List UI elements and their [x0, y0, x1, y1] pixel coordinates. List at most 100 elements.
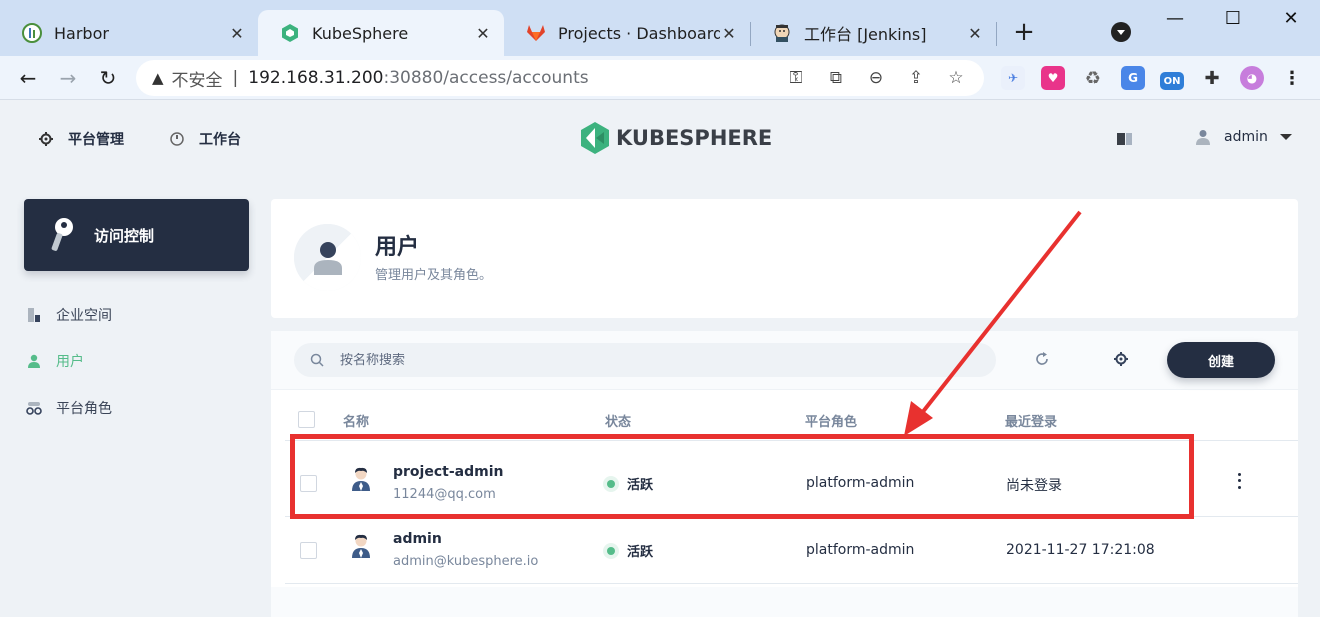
- table-row[interactable]: admin admin@kubesphere.io 活跃 platform-ad…: [285, 517, 1298, 584]
- security-label[interactable]: 不安全: [172, 66, 223, 91]
- url-separator: |: [232, 68, 239, 88]
- extension-translate-icon[interactable]: G: [1121, 66, 1145, 90]
- address-bar[interactable]: ▲ 不安全 | 192.168.31.200:30880/access/acco…: [136, 60, 984, 96]
- tab-title: Harbor: [54, 23, 109, 43]
- kubesphere-logo-icon: [581, 122, 609, 154]
- maximize-button[interactable]: ☐: [1218, 8, 1248, 32]
- key-icon: [51, 218, 73, 251]
- last-login: 2021-11-27 17:21:08: [1006, 542, 1155, 558]
- column-platform-role[interactable]: 平台角色: [805, 411, 857, 430]
- clock-icon: [169, 131, 185, 147]
- tab-jenkins[interactable]: 工作台 [Jenkins] ✕: [750, 10, 996, 56]
- page-banner: 用户 管理用户及其角色。: [271, 199, 1298, 318]
- profile-avatar-icon[interactable]: ◕: [1240, 66, 1264, 90]
- search-input[interactable]: [340, 352, 940, 368]
- more-actions-icon[interactable]: [1235, 471, 1243, 491]
- reload-icon[interactable]: ↻: [92, 62, 124, 94]
- refresh-icon[interactable]: [1034, 351, 1050, 367]
- nav-label: 平台管理: [68, 132, 124, 148]
- jenkins-icon: [772, 23, 792, 43]
- row-checkbox[interactable]: [300, 542, 317, 559]
- kubesphere-icon: [280, 23, 300, 43]
- page-title: 用户: [375, 235, 420, 260]
- bookmark-star-icon[interactable]: ☆: [936, 68, 976, 88]
- browser-toolbar: ← → ↻ ▲ 不安全 | 192.168.31.200:30880/acces…: [0, 56, 1320, 100]
- nav-platform-management[interactable]: 平台管理: [38, 129, 124, 149]
- tab-close-icon[interactable]: ✕: [720, 24, 738, 43]
- tab-search-icon[interactable]: [1111, 22, 1131, 42]
- sidebar-item-label: 企业空间: [56, 308, 112, 324]
- tab-title: 工作台 [Jenkins]: [804, 25, 927, 44]
- column-status[interactable]: 状态: [605, 411, 631, 430]
- create-button[interactable]: 创建: [1167, 342, 1275, 378]
- url-path: :30880/access/accounts: [383, 68, 589, 88]
- sidebar-item-users[interactable]: 用户: [26, 351, 84, 371]
- close-window-button[interactable]: ✕: [1276, 8, 1306, 32]
- chevron-down-icon: [1279, 134, 1292, 140]
- warning-icon[interactable]: ▲: [152, 69, 164, 87]
- kubesphere-logo[interactable]: KUBESPHERE: [580, 122, 772, 154]
- translate-icon[interactable]: ⧉: [816, 68, 856, 88]
- status-dot-icon: [607, 546, 615, 555]
- layout-toggle-icon[interactable]: [1117, 133, 1132, 145]
- gear-icon: [38, 131, 54, 147]
- users-banner-icon: [294, 224, 361, 291]
- sidebar-item-label: 用户: [56, 354, 84, 370]
- tab-close-icon[interactable]: ✕: [474, 24, 492, 43]
- sidebar-item-label: 平台角色: [56, 401, 112, 417]
- column-name[interactable]: 名称: [343, 411, 369, 430]
- status-badge: 活跃: [607, 541, 653, 560]
- tab-close-icon[interactable]: ✕: [966, 24, 984, 43]
- back-arrow-icon[interactable]: ←: [12, 62, 44, 94]
- gear-icon[interactable]: [1113, 351, 1129, 367]
- user-icon: [26, 353, 42, 369]
- column-last-login[interactable]: 最近登录: [1005, 411, 1057, 430]
- user-email: admin@kubesphere.io: [393, 554, 539, 569]
- user-avatar-icon: [352, 534, 370, 558]
- harbor-icon: [22, 23, 42, 43]
- extension-shield-icon[interactable]: ♥: [1041, 66, 1065, 90]
- nav-workbench[interactable]: 工作台: [169, 129, 241, 149]
- tab-title: KubeSphere: [312, 23, 409, 43]
- browser-tab-strip: Harbor ✕ KubeSphere ✕ Projects · Dashboa…: [0, 0, 1320, 56]
- nav-label: 工作台: [199, 132, 241, 148]
- share-icon[interactable]: ⇪: [896, 68, 936, 88]
- sidebar-item-workspaces[interactable]: 企业空间: [26, 305, 112, 325]
- app-header: 平台管理 工作台 KUBESPHERE admin: [0, 101, 1320, 177]
- table-footer: [271, 587, 1298, 617]
- extensions-puzzle-icon[interactable]: ✚: [1200, 66, 1224, 90]
- tab-divider: [996, 22, 997, 46]
- annotation-highlight-box: [290, 434, 1194, 519]
- key-icon[interactable]: ⚿: [776, 68, 816, 88]
- user-menu[interactable]: admin: [1196, 129, 1292, 145]
- tab-close-icon[interactable]: ✕: [228, 24, 246, 43]
- tab-harbor[interactable]: Harbor ✕: [0, 10, 258, 56]
- select-all-checkbox[interactable]: [298, 411, 315, 428]
- tab-title: Projects · Dashboard · G: [558, 23, 720, 43]
- browser-menu-icon[interactable]: ⋮: [1280, 66, 1304, 90]
- extension-on-icon[interactable]: ON: [1160, 72, 1184, 90]
- search-icon: [310, 353, 324, 367]
- user-name[interactable]: admin: [393, 531, 442, 547]
- role-icon: [26, 400, 42, 416]
- platform-role: platform-admin: [806, 542, 915, 558]
- workspace-icon: [26, 307, 42, 323]
- logo-text: KUBESPHERE: [616, 126, 773, 150]
- user-name: admin: [1224, 129, 1268, 145]
- tab-gitlab[interactable]: Projects · Dashboard · G ✕: [504, 10, 750, 56]
- zoom-icon[interactable]: ⊖: [856, 68, 896, 88]
- url-host: 192.168.31.200: [248, 68, 384, 88]
- sidebar-card-title: 访问控制: [94, 226, 155, 245]
- sidebar-item-platform-roles[interactable]: 平台角色: [26, 398, 112, 418]
- search-bar[interactable]: [294, 343, 996, 377]
- extension-recycle-icon[interactable]: ♻: [1081, 66, 1105, 90]
- gitlab-icon: [526, 23, 546, 43]
- page-description: 管理用户及其角色。: [375, 268, 493, 283]
- tab-kubesphere[interactable]: KubeSphere ✕: [258, 10, 504, 56]
- forward-arrow-icon[interactable]: →: [52, 62, 84, 94]
- status-label: 活跃: [627, 545, 654, 560]
- new-tab-button[interactable]: +: [1010, 19, 1038, 48]
- access-control-card: 访问控制: [24, 199, 249, 271]
- minimize-button[interactable]: —: [1160, 8, 1190, 32]
- extension-bird-icon[interactable]: ✈: [1001, 66, 1025, 90]
